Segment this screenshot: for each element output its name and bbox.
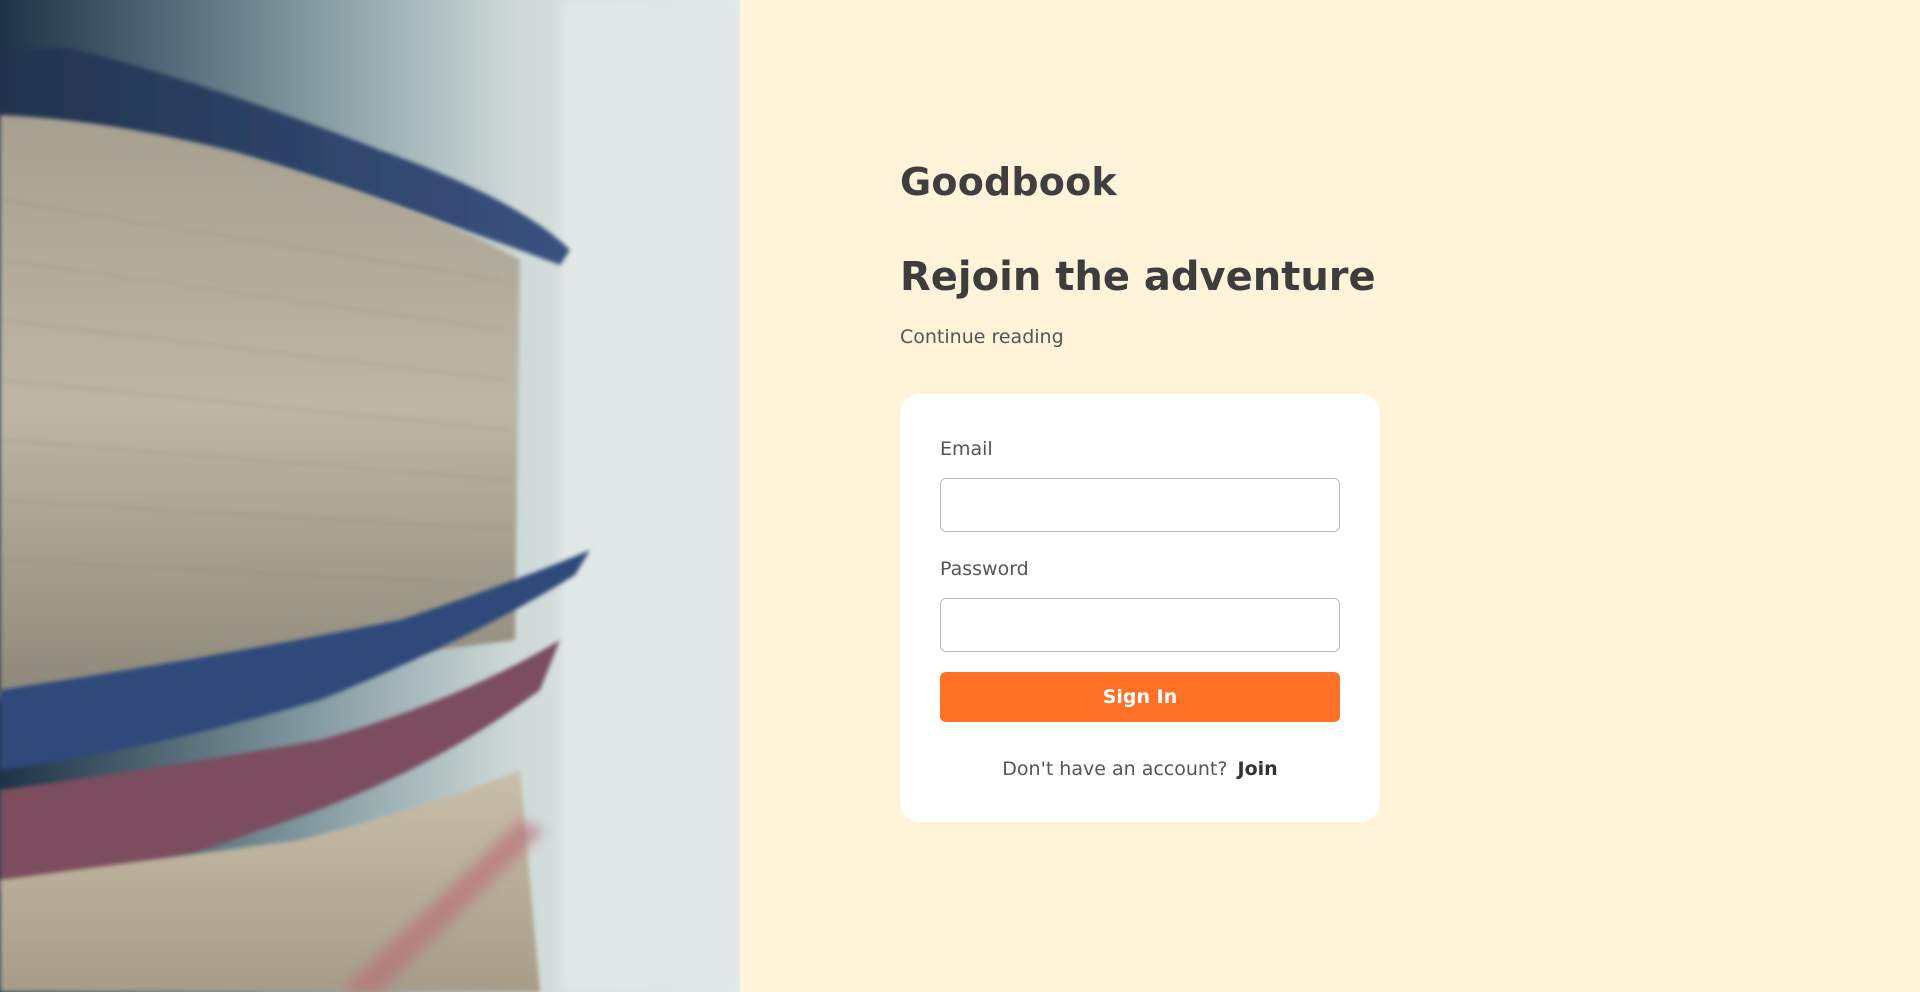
password-field[interactable] bbox=[940, 598, 1340, 652]
email-field[interactable] bbox=[940, 478, 1340, 532]
signup-prompt: Don't have an account? bbox=[1002, 758, 1228, 780]
password-label: Password bbox=[940, 558, 1029, 580]
brand-logo: Goodbook bbox=[900, 160, 1117, 204]
login-panel: Goodbook Rejoin the adventure Continue r… bbox=[740, 0, 1920, 992]
join-link[interactable]: Join bbox=[1238, 758, 1278, 780]
login-card: Email Password Sign In Don't have an acc… bbox=[900, 394, 1380, 822]
page-subtitle: Continue reading bbox=[900, 326, 1064, 348]
email-label: Email bbox=[940, 438, 993, 460]
books-illustration bbox=[0, 0, 740, 992]
sign-in-button[interactable]: Sign In bbox=[940, 672, 1340, 722]
hero-image bbox=[0, 0, 740, 992]
signup-row: Don't have an account? Join bbox=[940, 758, 1340, 780]
page-title: Rejoin the adventure bbox=[900, 254, 1376, 300]
login-page: Goodbook Rejoin the adventure Continue r… bbox=[0, 0, 1920, 992]
login-content: Goodbook Rejoin the adventure Continue r… bbox=[900, 160, 1380, 822]
